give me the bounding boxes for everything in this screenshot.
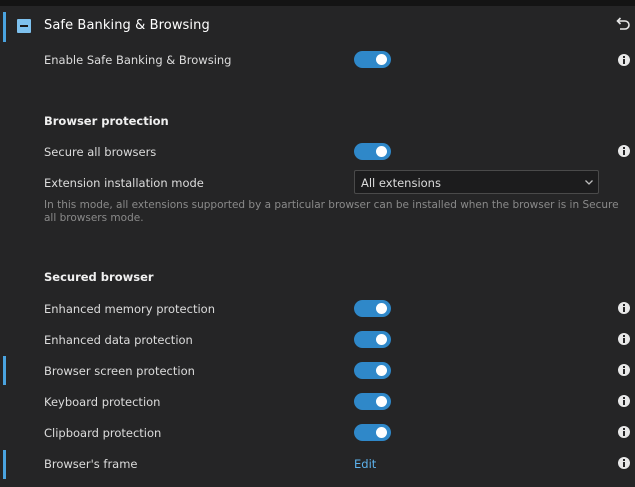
browser-frame-label: Browser's frame [44, 457, 138, 471]
enable-toggle[interactable] [354, 51, 391, 68]
info-icon[interactable] [618, 302, 630, 314]
chevron-down-icon [585, 180, 593, 185]
extension-mode-select[interactable]: All extensions [354, 170, 599, 194]
screen-protection-toggle[interactable] [354, 362, 391, 379]
clipboard-protection-toggle[interactable] [354, 424, 391, 441]
accent-marker-frame [3, 450, 6, 479]
secure-all-toggle[interactable] [354, 143, 391, 160]
info-icon[interactable] [618, 145, 630, 157]
info-icon[interactable] [618, 395, 630, 407]
info-icon[interactable] [618, 364, 630, 376]
keyboard-protection-label: Keyboard protection [44, 395, 161, 409]
info-icon[interactable] [618, 426, 630, 438]
enable-label: Enable Safe Banking & Browsing [44, 53, 232, 67]
page-title: Safe Banking & Browsing [44, 18, 210, 33]
accent-marker-screen-protection [3, 356, 6, 385]
collapse-icon[interactable] [17, 19, 31, 33]
secure-all-label: Secure all browsers [44, 145, 157, 159]
keyboard-protection-toggle[interactable] [354, 393, 391, 410]
clipboard-protection-label: Clipboard protection [44, 426, 162, 440]
memory-protection-toggle[interactable] [354, 300, 391, 317]
memory-protection-label: Enhanced memory protection [44, 302, 215, 316]
info-icon[interactable] [618, 54, 630, 66]
undo-icon[interactable] [615, 16, 631, 32]
extension-mode-description: In this mode, all extensions supported b… [44, 199, 619, 224]
screen-protection-label: Browser screen protection [44, 364, 195, 378]
info-icon[interactable] [618, 333, 630, 345]
data-protection-toggle[interactable] [354, 331, 391, 348]
settings-panel [0, 6, 635, 487]
info-icon[interactable] [618, 457, 630, 469]
extension-mode-label: Extension installation mode [44, 176, 204, 190]
extension-mode-value: All extensions [361, 176, 441, 190]
accent-marker-header [3, 12, 6, 42]
browser-frame-edit-link[interactable]: Edit [354, 457, 376, 471]
secured-browser-heading: Secured browser [44, 270, 154, 284]
data-protection-label: Enhanced data protection [44, 333, 193, 347]
browser-protection-heading: Browser protection [44, 114, 169, 128]
